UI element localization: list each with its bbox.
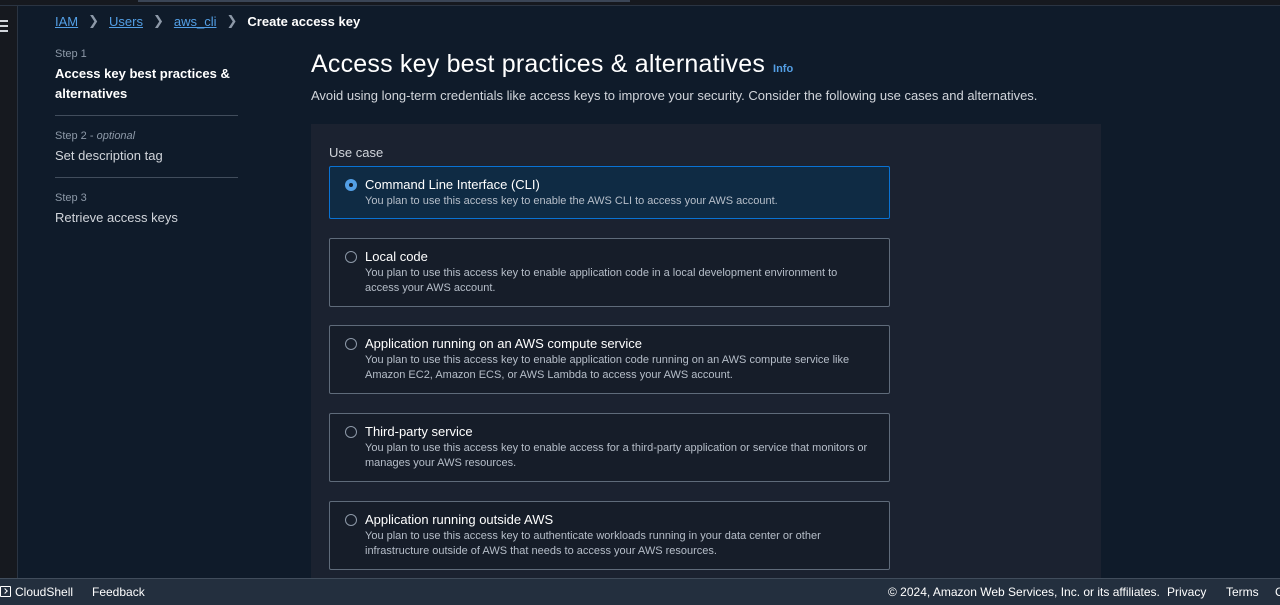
info-link[interactable]: Info — [773, 63, 793, 75]
chevron-right-icon: ❯ — [226, 13, 238, 28]
radio-icon[interactable] — [345, 251, 357, 263]
step-title: Retrieve access keys — [55, 210, 178, 225]
option-description: You plan to use this access key to enabl… — [365, 442, 868, 469]
feedback-link[interactable]: Feedback — [92, 585, 145, 599]
step-number: Step 2 - optional — [55, 130, 136, 142]
terms-link[interactable]: Terms — [1226, 585, 1259, 599]
wizard-steps: Step 1 Access key best practices & alter… — [55, 48, 238, 239]
page-header: Access key best practices & alternatives… — [311, 50, 793, 79]
option-title: Local code — [365, 249, 428, 264]
privacy-link[interactable]: Privacy — [1167, 585, 1206, 599]
cloudshell-button[interactable]: CloudShell — [15, 585, 73, 599]
radio-icon[interactable] — [345, 338, 357, 350]
option-description: You plan to use this access key to authe… — [365, 530, 821, 557]
cookie-preferences-link[interactable]: C — [1275, 585, 1280, 599]
step-title: Set description tag — [55, 148, 163, 163]
chevron-right-icon: ❯ — [88, 13, 100, 28]
option-description: You plan to use this access key to enabl… — [365, 195, 778, 207]
cloudshell-terminal-icon[interactable] — [0, 586, 11, 597]
page-subtitle: Avoid using long-term credentials like a… — [311, 88, 1038, 103]
step-divider — [55, 115, 238, 116]
breadcrumb-current: Create access key — [247, 13, 361, 29]
chevron-right-icon: ❯ — [152, 13, 164, 28]
step-number: Step 1 — [55, 48, 87, 60]
breadcrumb: IAM ❯ Users ❯ aws_cli ❯ Create access ke… — [55, 13, 360, 29]
option-aws-compute[interactable]: Application running on an AWS compute se… — [329, 325, 890, 394]
step-optional-label: optional — [96, 130, 136, 142]
step-number: Step 3 — [55, 192, 87, 204]
option-description: You plan to use this access key to enabl… — [365, 267, 838, 294]
use-case-label: Use case — [329, 145, 384, 160]
address-bar-fragment — [138, 0, 630, 2]
option-title: Application running outside AWS — [365, 512, 554, 527]
copyright-text: © 2024, Amazon Web Services, Inc. or its… — [888, 585, 1160, 599]
console-footer: CloudShell Feedback © 2024, Amazon Web S… — [0, 578, 1280, 605]
page-title: Access key best practices & alternatives — [311, 50, 766, 78]
option-description: You plan to use this access key to enabl… — [365, 354, 850, 381]
left-rail — [0, 6, 18, 578]
option-third-party[interactable]: Third-party service You plan to use this… — [329, 413, 890, 482]
breadcrumb-users[interactable]: Users — [109, 14, 143, 29]
option-title: Command Line Interface (CLI) — [365, 177, 540, 192]
hamburger-menu-icon[interactable] — [0, 20, 8, 32]
step-1: Step 1 Access key best practices & alter… — [55, 48, 238, 115]
step-divider — [55, 177, 238, 178]
radio-icon[interactable] — [345, 426, 357, 438]
main-content: IAM ❯ Users ❯ aws_cli ❯ Create access ke… — [19, 6, 1280, 584]
option-outside-aws[interactable]: Application running outside AWS You plan… — [329, 501, 890, 570]
step-title: Access key best practices & alternatives — [55, 66, 230, 101]
option-local-code[interactable]: Local code You plan to use this access k… — [329, 238, 890, 307]
breadcrumb-iam[interactable]: IAM — [55, 14, 78, 29]
step-2[interactable]: Step 2 - optional Set description tag — [55, 130, 238, 177]
use-case-panel: Use case Command Line Interface (CLI) Yo… — [311, 124, 1101, 584]
option-title: Third-party service — [365, 424, 473, 439]
option-title: Application running on an AWS compute se… — [365, 336, 643, 351]
radio-selected-icon[interactable] — [345, 179, 357, 191]
step-3[interactable]: Step 3 Retrieve access keys — [55, 192, 238, 239]
breadcrumb-user[interactable]: aws_cli — [174, 14, 217, 29]
option-cli[interactable]: Command Line Interface (CLI) You plan to… — [329, 166, 890, 219]
radio-icon[interactable] — [345, 514, 357, 526]
